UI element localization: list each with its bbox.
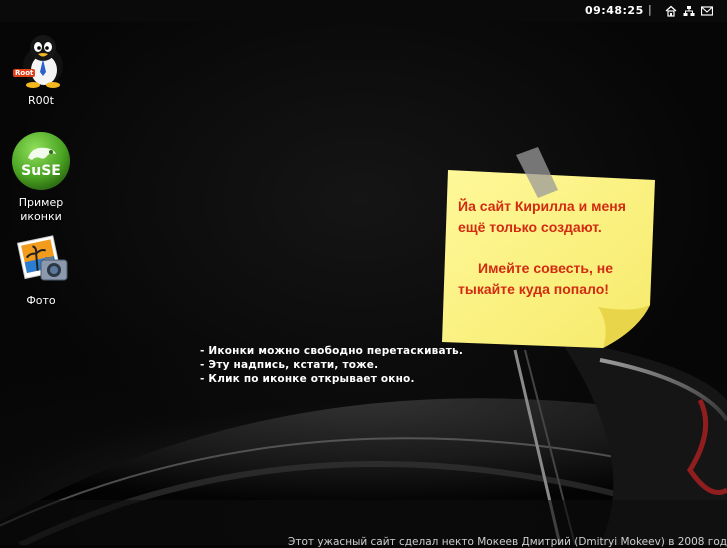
clock: 09:48:25 <box>585 4 644 17</box>
panel-separator: | <box>648 3 652 16</box>
sticky-note-text: Йа сайт Кирилла и меня ещё только создаю… <box>458 196 648 300</box>
note-line-2: ещё только создают. <box>458 219 602 235</box>
suse-logo-text: SuSE <box>21 163 61 179</box>
desktop-icon-example[interactable]: SuSE Пример иконки <box>1 130 81 224</box>
desktop-icon-label: Фото <box>26 294 56 307</box>
footer-credits: Этот ужасный сайт сделал некто Мокеев Дм… <box>288 536 727 548</box>
hints-block[interactable]: - Иконки можно свободно перетаскивать. -… <box>200 344 463 386</box>
root-badge: Root <box>13 69 36 77</box>
photo-camera-icon <box>16 235 68 281</box>
network-icon[interactable] <box>683 5 695 17</box>
top-panel: 09:48:25 | <box>0 0 727 22</box>
note-line-3: Имейте совесть, не <box>478 260 613 276</box>
suse-logo-icon: SuSE <box>12 132 70 190</box>
tux-penguin-icon <box>23 35 63 88</box>
mail-icon[interactable] <box>701 5 713 17</box>
desktop-icon-root[interactable]: Root R00t <box>1 32 81 108</box>
desktop-icon-label-line1: Пример <box>18 196 64 209</box>
hint-line-2: - Эту надпись, кстати, тоже. <box>200 359 379 371</box>
desktop-icon-label: R00t <box>28 94 54 107</box>
desktop-icon-photo[interactable]: Фото <box>1 234 81 308</box>
hint-line-1: - Иконки можно свободно перетаскивать. <box>200 345 464 357</box>
note-line-1: Йа сайт Кирилла и меня <box>458 198 626 214</box>
hint-line-3: - Клик по иконке открывает окно. <box>200 373 415 385</box>
note-line-4: тыкайте куда попало! <box>458 281 609 297</box>
desktop-icon-label-line2: иконки <box>20 210 62 223</box>
home-icon[interactable] <box>665 5 677 17</box>
